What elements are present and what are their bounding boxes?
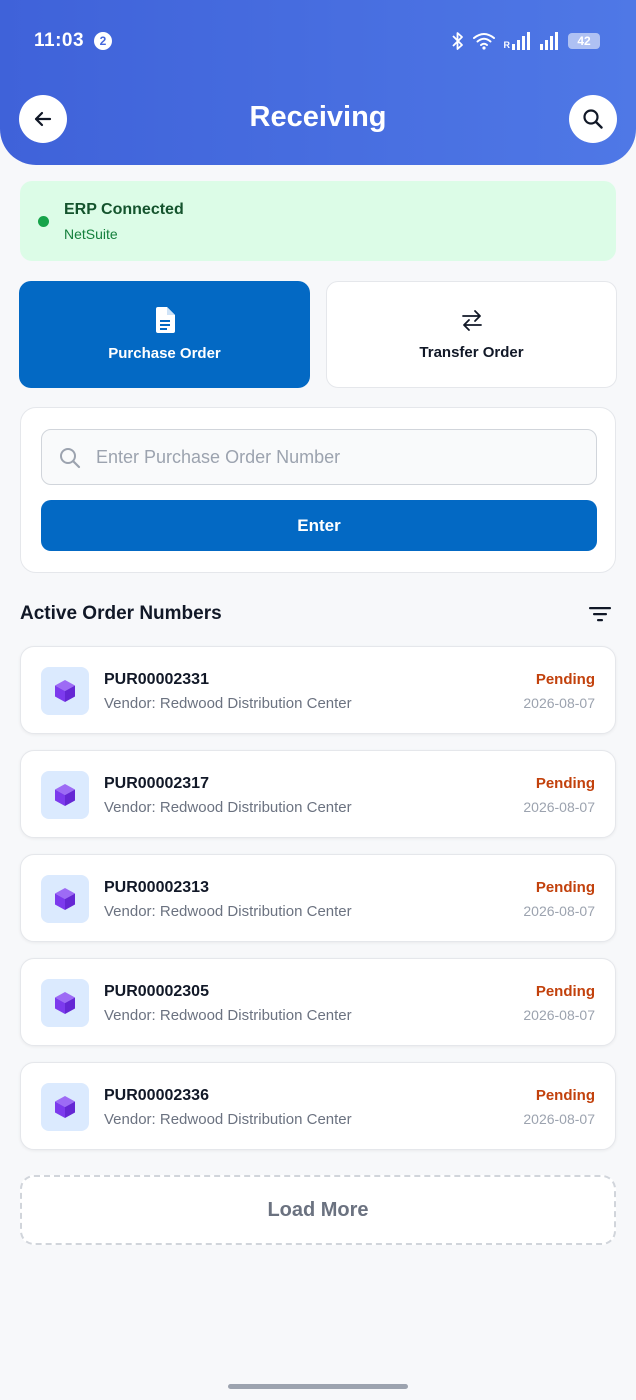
po-number-input[interactable]: [96, 430, 586, 484]
order-status: Pending: [535, 879, 595, 896]
cube-icon: [55, 1096, 75, 1118]
order-number: PUR00002313: [104, 879, 209, 896]
order-icon-box: [41, 875, 89, 923]
order-icon-box: [41, 771, 89, 819]
status-icons: R 42: [451, 29, 600, 53]
status-time: 11:03: [34, 30, 85, 51]
order-date: 2026-08-07: [523, 903, 595, 919]
order-status: Pending: [535, 775, 595, 792]
order-card[interactable]: PUR00002305 Vendor: Redwood Distribution…: [20, 958, 616, 1046]
filter-icon: [589, 607, 611, 622]
swap-arrows-icon: [461, 310, 482, 331]
order-card[interactable]: PUR00002336 Vendor: Redwood Distribution…: [20, 1062, 616, 1150]
order-card[interactable]: PUR00002313 Vendor: Redwood Distribution…: [20, 854, 616, 942]
order-status: Pending: [535, 1087, 595, 1104]
load-more-button[interactable]: Load More: [20, 1175, 616, 1245]
order-vendor: Vendor: Redwood Distribution Center: [104, 1007, 352, 1024]
cube-icon: [55, 992, 75, 1014]
order-number: PUR00002305: [104, 983, 209, 1000]
search-icon: [583, 109, 603, 129]
notification-badge: 2: [94, 32, 112, 50]
wifi-icon: [472, 33, 495, 50]
po-search-card: Enter: [20, 407, 616, 573]
order-vendor: Vendor: Redwood Distribution Center: [104, 903, 352, 920]
order-date: 2026-08-07: [523, 799, 595, 815]
document-icon: [155, 307, 175, 333]
home-indicator[interactable]: [228, 1384, 408, 1389]
order-number: PUR00002336: [104, 1087, 209, 1104]
erp-system-name: NetSuite: [64, 226, 118, 242]
order-status: Pending: [535, 671, 595, 688]
status-bar: 11:03 2 R 42: [0, 0, 636, 84]
battery-icon: 42: [568, 33, 600, 49]
bluetooth-icon: [451, 32, 463, 50]
order-vendor: Vendor: Redwood Distribution Center: [104, 799, 352, 816]
connection-status-dot: [38, 216, 49, 227]
order-date: 2026-08-07: [523, 1007, 595, 1023]
order-card[interactable]: PUR00002331 Vendor: Redwood Distribution…: [20, 646, 616, 734]
order-card[interactable]: PUR00002317 Vendor: Redwood Distribution…: [20, 750, 616, 838]
order-date: 2026-08-07: [523, 1111, 595, 1127]
po-search-field[interactable]: [41, 429, 597, 485]
transfer-order-label: Transfer Order: [419, 344, 524, 361]
enter-button[interactable]: Enter: [41, 500, 597, 551]
order-number: PUR00002317: [104, 775, 209, 792]
order-icon-box: [41, 1083, 89, 1131]
app-header: 11:03 2 R 42 Receiving: [0, 0, 636, 165]
filter-button[interactable]: [587, 602, 613, 626]
erp-status-title: ERP Connected: [64, 201, 184, 218]
order-date: 2026-08-07: [523, 695, 595, 711]
active-orders-title: Active Order Numbers: [20, 603, 222, 624]
order-vendor: Vendor: Redwood Distribution Center: [104, 1111, 352, 1128]
order-status: Pending: [535, 983, 595, 1000]
signal-icon: [540, 32, 558, 50]
order-vendor: Vendor: Redwood Distribution Center: [104, 695, 352, 712]
erp-status-card: ERP Connected NetSuite: [20, 181, 616, 261]
order-icon-box: [41, 667, 89, 715]
order-icon-box: [41, 979, 89, 1027]
search-icon: [60, 448, 81, 469]
cube-icon: [55, 784, 75, 806]
search-button[interactable]: [569, 95, 617, 143]
cube-icon: [55, 680, 75, 702]
signal-icon: [512, 32, 530, 50]
roaming-indicator: R: [503, 40, 511, 50]
order-number: PUR00002331: [104, 671, 209, 688]
transfer-order-tab[interactable]: Transfer Order: [326, 281, 617, 388]
purchase-order-label: Purchase Order: [108, 345, 221, 362]
page-title: Receiving: [249, 101, 387, 133]
purchase-order-tab[interactable]: Purchase Order: [19, 281, 310, 388]
cube-icon: [55, 888, 75, 910]
